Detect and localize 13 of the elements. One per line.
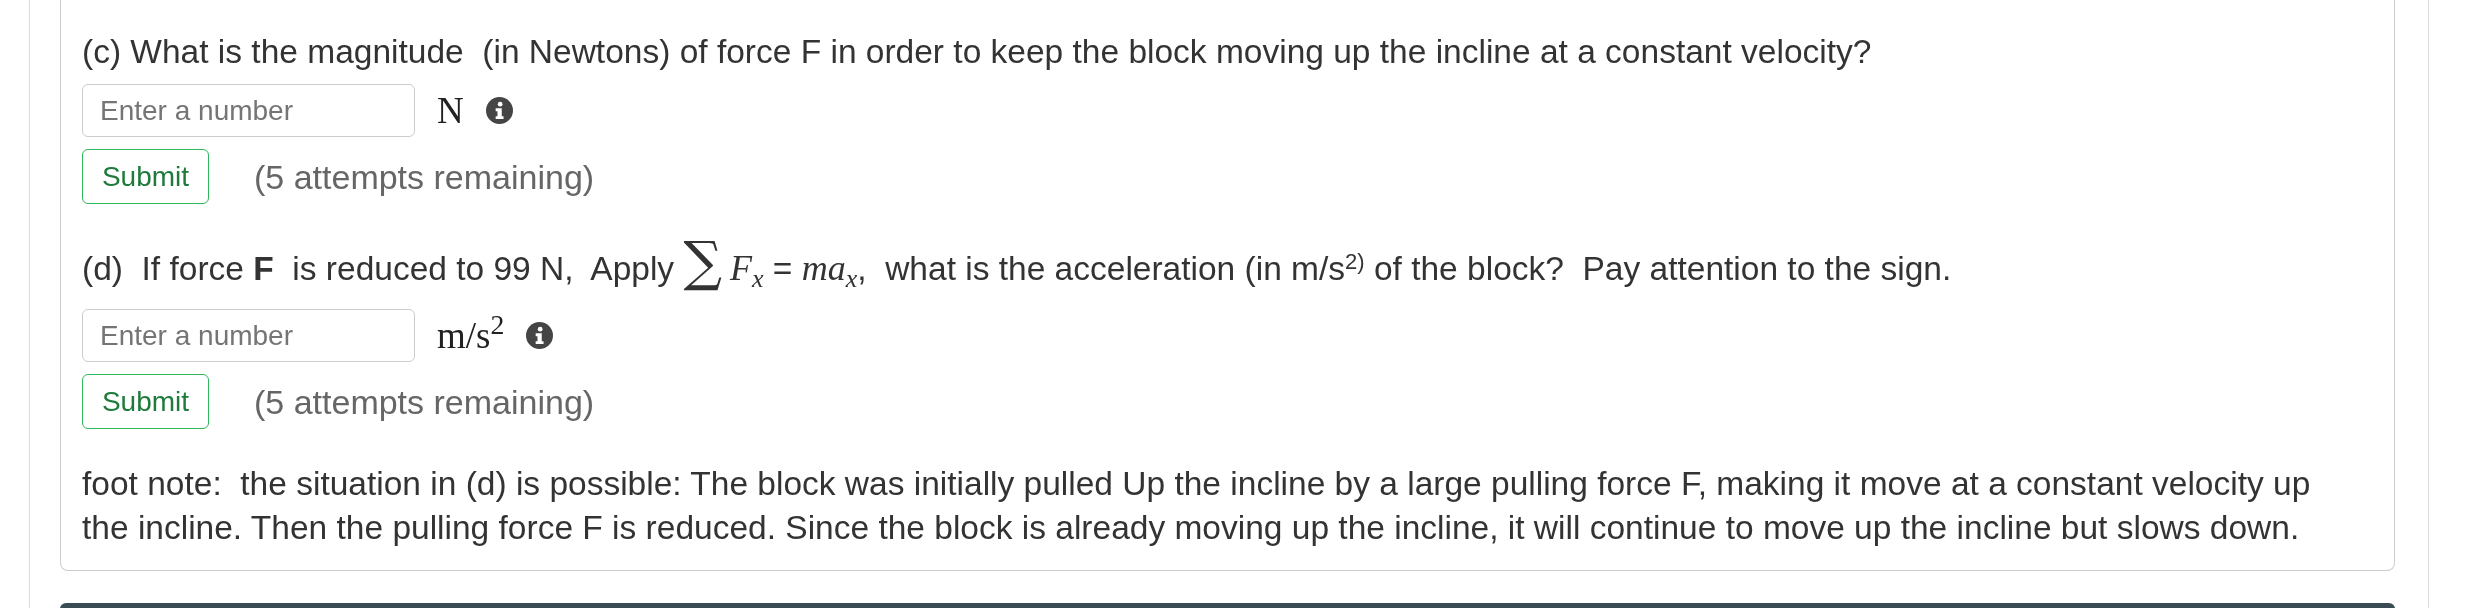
answer-input[interactable]: Enter a number <box>82 84 415 137</box>
question-text: (c) What is the magnitude (in Newtons) of force F in order to keep the block moving up the incline at a constant velocity? <box>82 32 1873 72</box>
unit-label: N <box>437 89 464 132</box>
info-icon[interactable] <box>526 322 554 349</box>
attempts-text: (5 attempts remaining) <box>254 381 595 423</box>
answer-input[interactable]: Enter a number <box>82 309 415 362</box>
footnote-text: foot note: the situation in (d) is possible: The block was initially pulled Up the incline by a large pulling force F, making it move at a constant velocity up the incline. Then the pulling force F is reduced. Since the block is already moving up the incline, it will continue to move up the incline but slows down. <box>82 464 2312 548</box>
unit-label: m/s$^{2}$ <box>437 314 505 357</box>
question-text: (d) If force F is reduced to 99 N, Apply ∑F$_{x}$ = ma$_{x}$, what is the acceleration (in m/s$^{2)}$ of the block? Pay attention to the sign. <box>82 231 1953 295</box>
submit-button[interactable]: Submit <box>82 149 209 204</box>
info-icon[interactable] <box>485 97 513 124</box>
submit-button[interactable]: Submit <box>82 374 209 429</box>
attempts-text: (5 attempts remaining) <box>254 156 595 198</box>
